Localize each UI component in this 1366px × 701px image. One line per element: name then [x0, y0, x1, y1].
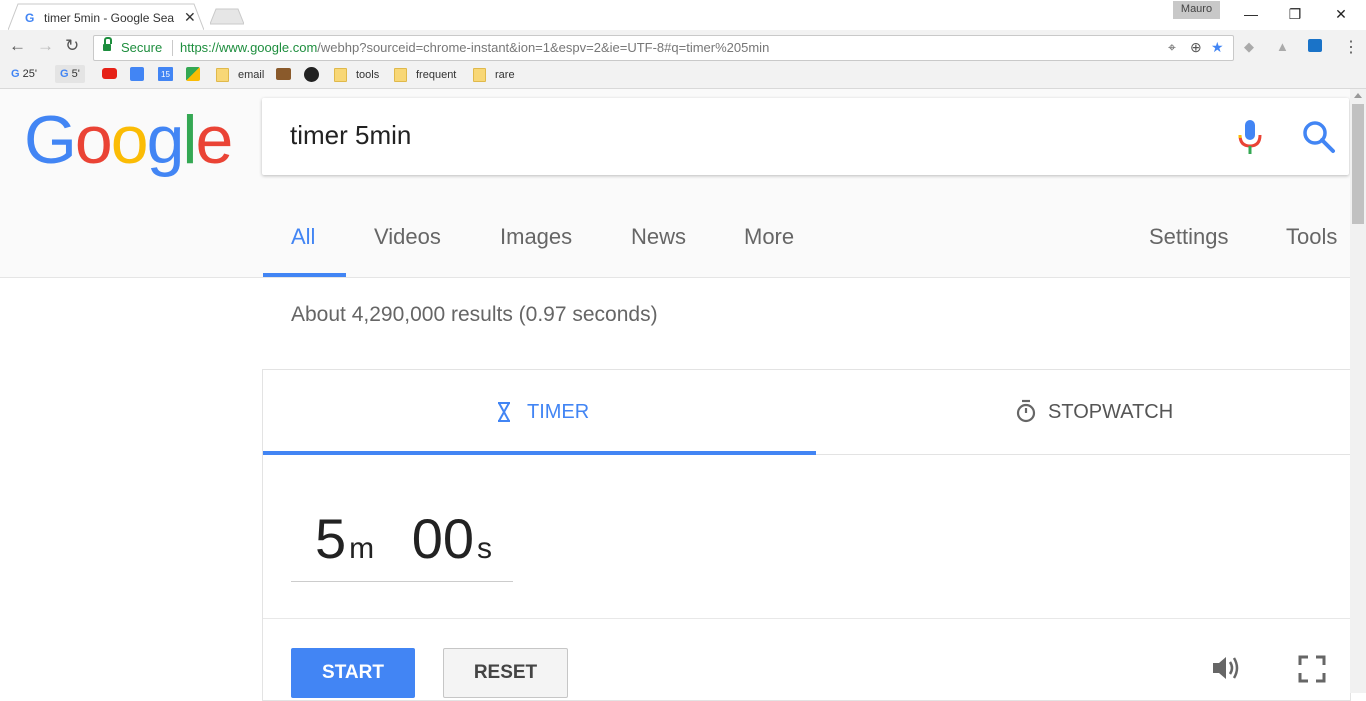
- search-icon[interactable]: [1302, 120, 1336, 154]
- microphone-icon[interactable]: [1237, 120, 1263, 156]
- secure-label: Secure: [121, 40, 163, 55]
- divider: [172, 40, 173, 56]
- divider: [263, 618, 1350, 619]
- dropbox-icon[interactable]: ◆: [1244, 39, 1254, 55]
- logo-letter: o: [110, 102, 149, 178]
- tab-news[interactable]: News: [631, 224, 686, 250]
- tab-timer[interactable]: TIMER: [263, 370, 816, 454]
- new-tab-button[interactable]: [210, 8, 244, 25]
- bookmark-folder-rare[interactable]: rare: [473, 68, 515, 82]
- tab-title: timer 5min - Google Sea: [44, 11, 175, 25]
- title-bar: G timer 5min - Google Sea ✕ Mauro — ❐ ✕: [0, 0, 1366, 30]
- reload-icon[interactable]: ↻: [65, 36, 79, 56]
- active-tab-indicator: [263, 451, 816, 455]
- folder-icon: [394, 68, 407, 82]
- tab-stopwatch-label: STOPWATCH: [1048, 401, 1174, 423]
- bookmark-5[interactable]: G 5': [55, 65, 85, 83]
- url-path: /webhp?sourceid=chrome-instant&ion=1&esp…: [317, 40, 770, 55]
- bookmark-label: 5': [71, 68, 80, 80]
- active-tab-indicator: [263, 273, 346, 277]
- restore-icon[interactable]: ❐: [1272, 3, 1318, 27]
- tab-stopwatch[interactable]: STOPWATCH: [816, 370, 1350, 454]
- google-favicon-icon: G: [25, 11, 35, 25]
- scroll-up-icon[interactable]: [1354, 93, 1362, 98]
- bag-icon[interactable]: [276, 68, 291, 80]
- calendar-icon[interactable]: 15: [158, 67, 173, 81]
- bookmark-label: 25': [22, 68, 37, 80]
- location-icon[interactable]: ⌖: [1168, 39, 1176, 56]
- logo-letter: o: [74, 102, 113, 178]
- forward-icon[interactable]: →: [37, 36, 54, 56]
- bookmark-folder-frequent[interactable]: frequent: [394, 68, 456, 82]
- reset-button[interactable]: RESET: [443, 648, 568, 698]
- maps-icon[interactable]: [186, 67, 200, 81]
- tab-tools[interactable]: Tools: [1286, 224, 1337, 250]
- bookmark-folder-tools[interactable]: tools: [334, 68, 379, 82]
- bookmark-25[interactable]: G 25': [11, 68, 37, 80]
- profile-button[interactable]: Mauro: [1173, 1, 1220, 19]
- tab-timer-label: TIMER: [527, 401, 590, 423]
- timer-card: TIMER STOPWATCH 5m 00 s START RESET: [262, 369, 1351, 701]
- search-input[interactable]: timer 5min: [290, 120, 411, 151]
- close-tab-icon[interactable]: ✕: [184, 9, 196, 26]
- google-logo[interactable]: Google: [24, 100, 234, 180]
- contacts-icon[interactable]: [130, 67, 144, 81]
- url-text[interactable]: https://www.google.com/webhp?sourceid=ch…: [180, 40, 769, 55]
- github-icon[interactable]: [304, 67, 319, 82]
- seconds-unit: s: [477, 532, 493, 565]
- bookmark-label: email: [238, 68, 265, 81]
- scrollbar[interactable]: [1350, 89, 1366, 693]
- lock-icon: [103, 44, 111, 51]
- youtube-icon[interactable]: [102, 68, 117, 79]
- back-icon[interactable]: ←: [9, 36, 26, 56]
- minutes-unit: m: [349, 532, 375, 565]
- address-bar[interactable]: Secure https://www.google.com/webhp?sour…: [93, 35, 1234, 61]
- bookmark-folder-email[interactable]: email: [216, 68, 264, 82]
- fullscreen-icon[interactable]: [1298, 655, 1326, 683]
- star-bookmark-icon[interactable]: ★: [1211, 39, 1224, 56]
- tab-settings[interactable]: Settings: [1149, 224, 1229, 250]
- logo-letter: e: [195, 102, 234, 178]
- folder-icon: [334, 68, 347, 82]
- start-button[interactable]: START: [291, 648, 415, 698]
- display-underline: [291, 581, 513, 582]
- drive-icon[interactable]: ▲: [1276, 39, 1289, 54]
- zoom-icon[interactable]: ⊕: [1190, 39, 1202, 56]
- logo-letter: g: [146, 102, 185, 178]
- timer-display[interactable]: 5m 00 s: [315, 506, 492, 571]
- hourglass-icon: [498, 402, 510, 422]
- bookmark-label: tools: [356, 68, 380, 81]
- close-window-icon[interactable]: ✕: [1318, 3, 1364, 27]
- minimize-icon[interactable]: —: [1228, 3, 1274, 27]
- search-box[interactable]: timer 5min: [262, 98, 1349, 175]
- tab-more[interactable]: More: [744, 224, 794, 250]
- tab-all[interactable]: All: [291, 224, 315, 250]
- folder-icon: [216, 68, 229, 82]
- seconds-value: 00: [411, 507, 475, 570]
- url-host: https://www.google.com: [180, 40, 318, 55]
- bookmarks-bar: G 25' G 5' 15 email tools frequent rare: [0, 63, 1366, 89]
- logo-letter: G: [24, 102, 77, 178]
- result-stats: About 4,290,000 results (0.97 seconds): [291, 303, 658, 326]
- logo-letter: l: [182, 102, 197, 178]
- minutes-value: 5: [315, 507, 347, 570]
- tab-images[interactable]: Images: [500, 224, 572, 250]
- stopwatch-icon: [1016, 399, 1036, 423]
- scrollbar-thumb[interactable]: [1352, 104, 1364, 224]
- bookmark-label: rare: [495, 68, 515, 81]
- volume-icon[interactable]: [1211, 654, 1241, 682]
- bookmark-label: frequent: [416, 68, 457, 81]
- extension-icon[interactable]: [1308, 39, 1322, 52]
- tab-videos[interactable]: Videos: [374, 224, 441, 250]
- browser-tab[interactable]: G timer 5min - Google Sea ✕: [8, 3, 204, 30]
- lock-shackle: [104, 37, 112, 44]
- menu-icon[interactable]: ⋮: [1343, 37, 1359, 57]
- folder-icon: [473, 68, 486, 82]
